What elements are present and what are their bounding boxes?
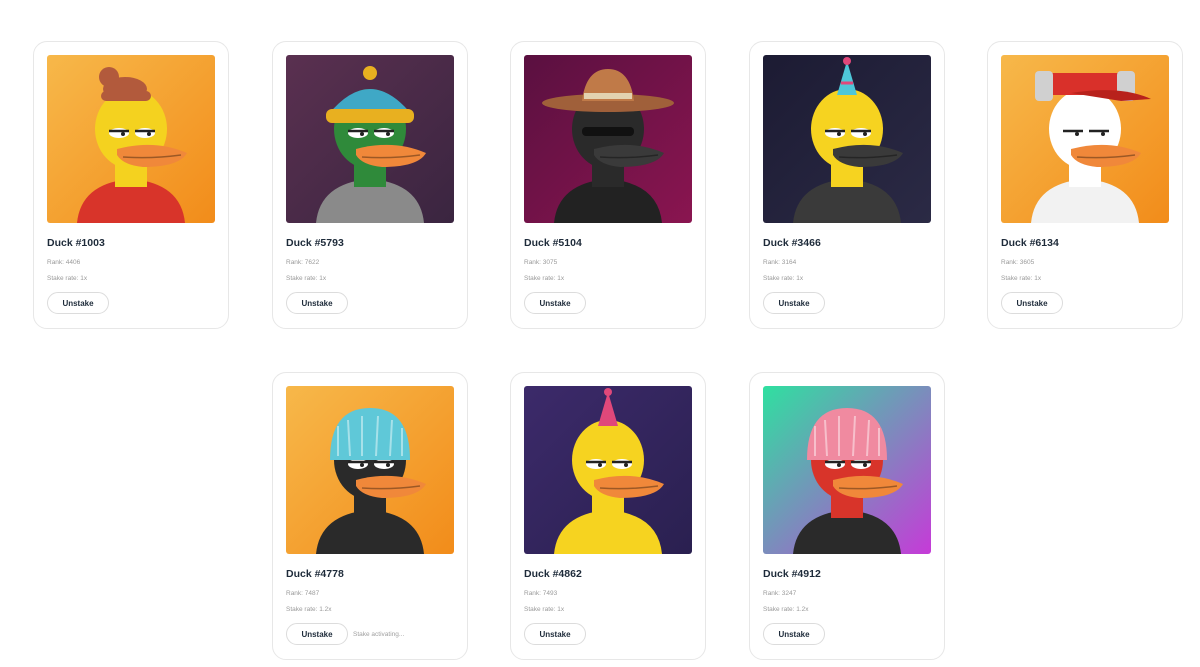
rank-label: Rank: 4406	[47, 259, 81, 266]
card-title: Duck #6134	[1001, 237, 1059, 249]
duck-image	[524, 386, 692, 554]
unstake-button[interactable]: Unstake	[286, 623, 348, 645]
duck-image	[763, 55, 931, 223]
nft-card: Duck #4778 Rank: 7487 Stake rate: 1.2x U…	[272, 372, 468, 660]
unstake-button[interactable]: Unstake	[763, 292, 825, 314]
card-title: Duck #5104	[524, 237, 582, 249]
nft-card: Duck #1003 Rank: 4406 Stake rate: 1x Uns…	[33, 41, 229, 329]
nft-card: Duck #5793 Rank: 7622 Stake rate: 1x Uns…	[272, 41, 468, 329]
stake-rate-label: Stake rate: 1x	[524, 606, 565, 613]
stake-rate-label: Stake rate: 1x	[524, 275, 565, 282]
card-title: Duck #5793	[286, 237, 344, 249]
card-title: Duck #1003	[47, 237, 105, 249]
unstake-button[interactable]: Unstake	[524, 292, 586, 314]
nft-card: Duck #6134 Rank: 3605 Stake rate: 1x Uns…	[987, 41, 1183, 329]
stake-rate-label: Stake rate: 1.2x	[763, 606, 809, 613]
duck-image	[286, 386, 454, 554]
rank-label: Rank: 3605	[1001, 259, 1035, 266]
card-title: Duck #3466	[763, 237, 821, 249]
duck-image	[763, 386, 931, 554]
unstake-button[interactable]: Unstake	[524, 623, 586, 645]
nft-card: Duck #5104 Rank: 3075 Stake rate: 1x Uns…	[510, 41, 706, 329]
rank-label: Rank: 7493	[524, 590, 558, 597]
rank-label: Rank: 3164	[763, 259, 797, 266]
unstake-button[interactable]: Unstake	[286, 292, 348, 314]
unstake-button[interactable]: Unstake	[1001, 292, 1063, 314]
rank-label: Rank: 3247	[763, 590, 797, 597]
duck-image	[47, 55, 215, 223]
stake-rate-label: Stake rate: 1.2x	[286, 606, 332, 613]
rank-label: Rank: 3075	[524, 259, 558, 266]
nft-card: Duck #4912 Rank: 3247 Stake rate: 1.2x U…	[749, 372, 945, 660]
nft-card: Duck #3466 Rank: 3164 Stake rate: 1x Uns…	[749, 41, 945, 329]
duck-image	[1001, 55, 1169, 223]
stake-rate-label: Stake rate: 1x	[47, 275, 88, 282]
stake-rate-label: Stake rate: 1x	[1001, 275, 1042, 282]
duck-image	[286, 55, 454, 223]
rank-label: Rank: 7487	[286, 590, 320, 597]
duck-image	[524, 55, 692, 223]
nft-card: Duck #4862 Rank: 7493 Stake rate: 1x Uns…	[510, 372, 706, 660]
card-title: Duck #4912	[763, 568, 821, 580]
rank-label: Rank: 7622	[286, 259, 320, 266]
unstake-button[interactable]: Unstake	[47, 292, 109, 314]
stake-rate-label: Stake rate: 1x	[763, 275, 804, 282]
card-title: Duck #4862	[524, 568, 582, 580]
card-title: Duck #4778	[286, 568, 344, 580]
stake-rate-label: Stake rate: 1x	[286, 275, 327, 282]
unstake-button[interactable]: Unstake	[763, 623, 825, 645]
stake-status-text: Stake activating...	[353, 631, 405, 638]
